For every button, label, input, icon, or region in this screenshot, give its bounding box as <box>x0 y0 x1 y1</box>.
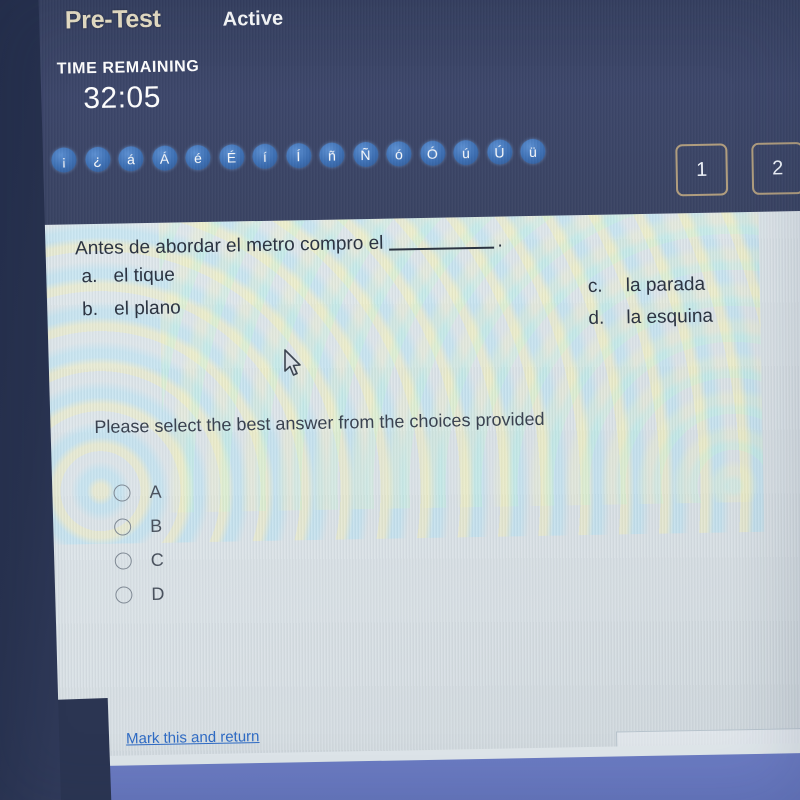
page-number-buttons: 12 <box>675 141 800 197</box>
page-button-1[interactable]: 1 <box>675 143 729 197</box>
answer-choice-label: D <box>151 583 165 604</box>
option-c[interactable]: c. la parada <box>588 274 706 298</box>
accent-key-4[interactable]: é <box>185 144 211 171</box>
accent-key-1[interactable]: ¿ <box>84 146 111 173</box>
question-stem-text: Antes de abordar el metro compro el <box>74 232 384 260</box>
answer-choice-d[interactable]: D <box>115 577 165 612</box>
question-stem: Antes de abordar el metro compro el. <box>75 231 503 261</box>
option-c-letter: c. <box>587 275 603 297</box>
accent-key-5[interactable]: É <box>218 144 245 170</box>
time-remaining-label: TIME REMAINING <box>56 58 200 78</box>
option-a-text: el tique <box>113 264 176 287</box>
answer-choice-a[interactable]: A <box>113 475 163 510</box>
page-button-2[interactable]: 2 <box>751 141 800 195</box>
radio-button-c[interactable] <box>114 551 132 570</box>
accent-key-11[interactable]: Ó <box>419 140 446 167</box>
option-b-letter: b. <box>81 298 99 321</box>
option-d-text: la esquina <box>626 305 714 329</box>
radio-button-b[interactable] <box>114 517 132 536</box>
radio-button-a[interactable] <box>113 483 131 502</box>
option-a[interactable]: a. el tique <box>81 265 175 289</box>
accent-key-0[interactable]: ¡ <box>51 147 77 173</box>
option-c-text: la parada <box>625 273 706 297</box>
instruction-text: Please select the best answer from the c… <box>94 408 545 438</box>
option-b[interactable]: b. el plano <box>82 297 181 321</box>
accent-key-14[interactable]: ü <box>520 138 546 165</box>
answer-choice-label: B <box>149 515 163 536</box>
test-header: Pre-Test Active TIME REMAINING 32:05 ¡ ¿ á… <box>34 0 800 226</box>
answer-choice-label: A <box>149 481 162 502</box>
test-status-label: Active <box>222 7 284 31</box>
answer-blank <box>389 246 495 251</box>
test-name-label: Pre-Test <box>64 4 161 35</box>
browser-screen: ▲ Pre-Test Active TIME REMAINING 32:05 ¡… <box>0 0 800 800</box>
accent-character-palette: ¡ ¿ á Áé Éí Íñ Ñó Óú Úü <box>51 138 546 173</box>
question-stem-period: . <box>497 230 503 252</box>
time-remaining-value: 32:05 <box>83 80 162 116</box>
answer-choice-b[interactable]: B <box>114 509 164 544</box>
radio-button-d[interactable] <box>115 585 133 604</box>
accent-key-8[interactable]: ñ <box>319 142 345 168</box>
option-a-letter: a. <box>81 265 98 288</box>
option-d-letter: d. <box>588 307 605 329</box>
accent-key-13[interactable]: Ú <box>486 139 513 165</box>
answer-choice-label: C <box>150 549 164 570</box>
option-d[interactable]: d. la esquina <box>588 306 713 330</box>
option-b-text: el plano <box>113 297 181 320</box>
accent-key-12[interactable]: ú <box>453 139 479 166</box>
answer-choice-c[interactable]: C <box>114 543 164 578</box>
accent-key-10[interactable]: ó <box>386 141 412 167</box>
accent-key-3[interactable]: Á <box>151 145 178 171</box>
header-title-row: Pre-Test Active <box>63 2 284 35</box>
answer-choice-list: ABCD <box>113 475 165 612</box>
mark-this-and-return-link[interactable]: Mark this and return <box>126 728 260 747</box>
accent-key-6[interactable]: í <box>252 143 278 170</box>
screen-photo: ▲ Pre-Test Active TIME REMAINING 32:05 ¡… <box>0 0 800 800</box>
accent-key-7[interactable]: Í <box>285 143 312 169</box>
accent-key-2[interactable]: á <box>118 146 144 172</box>
accent-key-9[interactable]: Ñ <box>352 141 379 168</box>
question-content-area: Antes de abordar el metro compro el. a. e… <box>38 210 800 765</box>
